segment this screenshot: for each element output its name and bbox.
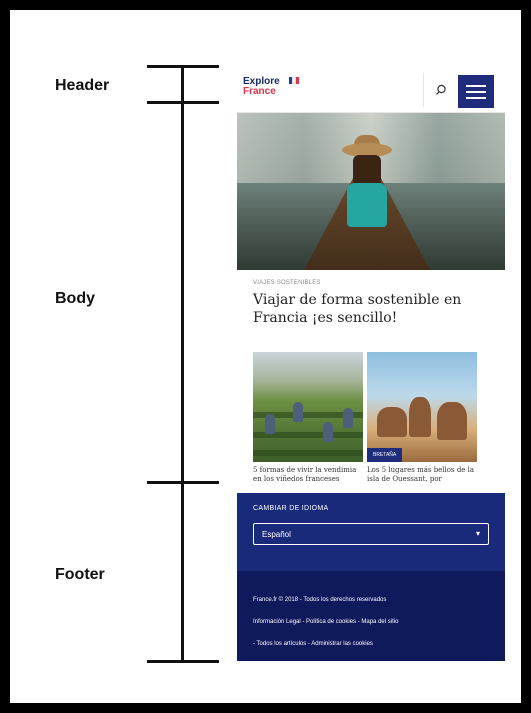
- hamburger-menu-button[interactable]: [458, 75, 494, 108]
- card-image-coast: BRETAÑA: [367, 352, 477, 462]
- language-selected-value: Español: [262, 530, 291, 539]
- language-select[interactable]: Español ▾: [253, 523, 489, 545]
- language-label: CAMBIAR DE IDIOMA: [253, 505, 329, 512]
- card-title: 5 formas de vivir la vendimia en los viñ…: [253, 466, 357, 483]
- header-annotation-label: Header: [55, 77, 110, 94]
- hamburger-icon-bar: [466, 96, 486, 99]
- bracket-tick-footer-top: [147, 481, 219, 484]
- hamburger-icon-bar: [466, 84, 486, 87]
- related-articles: 5 formas de vivir la vendimia en los viñ…: [253, 352, 505, 512]
- caret-down-icon: ▾: [475, 529, 480, 538]
- article-card[interactable]: BRETAÑA Los 5 lugares más bellos de la i…: [367, 352, 477, 484]
- site-header: Explore France: [237, 65, 505, 113]
- explore-france-logo[interactable]: Explore France: [243, 77, 280, 97]
- card-title: Los 5 lugares más bellos de la isla de O…: [367, 466, 475, 483]
- section-bracket-line: [181, 65, 184, 663]
- footer-language-section: CAMBIAR DE IDIOMA Español ▾: [237, 493, 505, 571]
- mobile-page-mockup: Explore France VIAJES SOSTENIBLES Viajar…: [237, 65, 505, 661]
- search-button[interactable]: [423, 73, 458, 107]
- card-region-tag: BRETAÑA: [367, 448, 403, 462]
- footer-links-line1[interactable]: Información Legal - Política de cookies …: [253, 619, 398, 625]
- hero-image[interactable]: [237, 113, 505, 270]
- bracket-tick-footer-bottom: [147, 660, 219, 663]
- card-image-vineyard: [253, 352, 363, 462]
- french-flag-icon: [289, 77, 300, 84]
- article-category[interactable]: VIAJES SOSTENIBLES: [237, 270, 505, 286]
- footer-links-line2[interactable]: - Todos los artículos - Administrar las …: [253, 641, 373, 647]
- hamburger-icon-bar: [466, 90, 486, 93]
- footer-annotation-label: Footer: [55, 566, 105, 583]
- search-icon: [436, 84, 446, 95]
- footer-legal-section: France.fr © 2018 - Todos los derechos re…: [237, 571, 505, 661]
- bracket-tick-header-bottom: [147, 101, 219, 104]
- article-card[interactable]: 5 formas de vivir la vendimia en los viñ…: [253, 352, 363, 484]
- annotated-wireframe: Header Body Footer Explore France VIAJES…: [10, 10, 521, 703]
- article-title[interactable]: Viajar de forma sostenible en Francia ¡e…: [237, 286, 505, 327]
- hero-person: [337, 135, 397, 233]
- logo-line-france: France: [243, 86, 276, 97]
- body-annotation-label: Body: [55, 290, 95, 307]
- copyright-text: France.fr © 2018 - Todos los derechos re…: [253, 597, 387, 603]
- bracket-tick-header-top: [147, 65, 219, 68]
